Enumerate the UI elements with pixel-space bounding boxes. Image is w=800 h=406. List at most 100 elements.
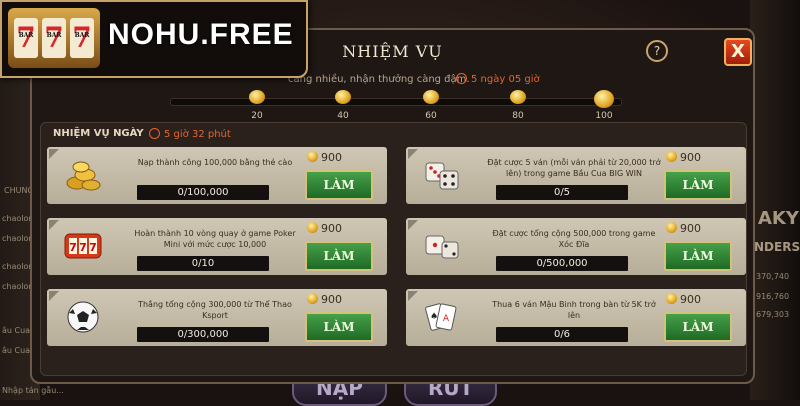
svg-text:7: 7 — [89, 241, 97, 254]
svg-text:♠: ♠ — [430, 312, 438, 322]
quest-description: Thắng tổng cộng 300,000 từ Thể Thao Kspo… — [138, 300, 292, 320]
quest-progress: 0/5 — [496, 185, 628, 200]
promo-banner-text: AKY — [758, 208, 799, 229]
card-corner-icon — [49, 291, 59, 301]
quest-card: Đặt cược tổng cộng 500,000 trong game Xó… — [406, 218, 746, 275]
chat-input[interactable]: Nhập tán gẫu... — [2, 386, 82, 395]
jackpot-value: 370,740 — [756, 272, 790, 281]
do-quest-button[interactable]: LÀM — [664, 170, 732, 200]
card-corner-icon — [49, 149, 59, 159]
quest-reward: 900 — [307, 151, 342, 164]
quest-progress: 0/100,000 — [137, 185, 269, 200]
coin-pile-reward-icon — [594, 90, 614, 108]
quest-reward: 900 — [666, 293, 701, 306]
milestone-60[interactable]: 60 — [416, 90, 446, 121]
slot-777-icon: 7 7 7 — [64, 233, 102, 259]
milestone-20[interactable]: 20 — [242, 90, 272, 121]
reel-bar-label: BAR — [46, 32, 62, 39]
milestone-progress-bar — [170, 98, 622, 106]
daily-missions-section: NHIỆM VỤ NGÀY 5 giờ 32 phút Nạp thành cô… — [40, 122, 747, 376]
slot-machine-icon: BAR 7 BAR 7 BAR 7 — [8, 8, 100, 68]
reel-bar-label: BAR — [18, 32, 34, 39]
quest-description: Đặt cược tổng cộng 500,000 trong game Xó… — [492, 229, 656, 249]
dice-icon — [425, 162, 459, 190]
do-quest-button[interactable]: LÀM — [664, 312, 732, 342]
coin-icon — [307, 222, 318, 233]
gold-coins-icon — [66, 161, 101, 191]
quest-progress: 0/500,000 — [496, 256, 628, 271]
promo-banner-text: NDERS — [754, 240, 800, 254]
svg-text:A: A — [443, 314, 450, 324]
daily-timer-text: 5 giờ 32 phút — [164, 129, 231, 140]
section-title: NHIỆM VỤ NGÀY — [53, 128, 144, 139]
quest-card: A ♠ Thua 6 ván Mậu Binh trong bàn từ 5K … — [406, 289, 746, 346]
quest-description: Đặt cược 5 ván (mỗi ván phải từ 20,000 t… — [487, 158, 661, 178]
slot-reel: BAR 7 — [14, 18, 38, 58]
chat-line: âu Cua — [2, 346, 31, 355]
card-corner-icon — [408, 149, 418, 159]
milestone-label: 60 — [425, 111, 437, 121]
help-button[interactable]: ? — [646, 40, 668, 62]
quest-progress: 0/300,000 — [137, 327, 269, 342]
quest-description: Hoàn thành 10 vòng quay ở game Poker Min… — [134, 229, 296, 249]
reward-amount: 900 — [680, 151, 701, 164]
quest-description: Nạp thành công 100,000 bằng thẻ cào — [137, 158, 293, 167]
missions-dialog: NHIỆM VỤ ? X càng nhiều, nhận thưởng càn… — [30, 28, 755, 384]
coin-icon — [666, 293, 677, 304]
milestone-label: 20 — [251, 111, 263, 121]
reward-amount: 900 — [321, 293, 342, 306]
do-quest-button[interactable]: LÀM — [305, 241, 373, 271]
coin-reward-icon — [249, 90, 265, 104]
quest-card: Thắng tổng cộng 300,000 từ Thể Thao Kspo… — [47, 289, 387, 346]
close-button[interactable]: X — [724, 38, 752, 66]
reward-amount: 900 — [680, 222, 701, 235]
reel-bar-label: BAR — [74, 32, 90, 39]
coin-reward-icon — [510, 90, 526, 104]
coin-reward-icon — [335, 90, 351, 104]
coin-icon — [666, 222, 677, 233]
coin-icon — [307, 151, 318, 162]
quest-card: Nạp thành công 100,000 bằng thẻ cào 0/10… — [47, 147, 387, 204]
chat-line: chaolon — [2, 214, 34, 223]
milestone-80[interactable]: 80 — [503, 90, 533, 121]
card-corner-icon — [408, 220, 418, 230]
quest-description: Thua 6 ván Mậu Binh trong bàn từ 5K trở … — [492, 300, 656, 320]
coin-reward-icon — [423, 90, 439, 104]
weekly-timer: 5 ngày 05 giờ — [456, 73, 540, 85]
chat-line: chaolon — [2, 262, 34, 271]
card-corner-icon — [49, 220, 59, 230]
milestone-100[interactable]: 100 — [589, 90, 619, 121]
card-corner-icon — [408, 291, 418, 301]
playing-cards-icon: A ♠ — [425, 303, 457, 331]
quest-card: Đặt cược 5 ván (mỗi ván phải từ 20,000 t… — [406, 147, 746, 204]
dialog-subtitle: càng nhiều, nhận thưởng càng đậm. — [288, 74, 470, 85]
chat-line: âu Cua — [2, 326, 31, 335]
reward-amount: 900 — [680, 293, 701, 306]
slot-reel: BAR 7 — [42, 18, 66, 58]
quest-card: 7 7 7 Hoàn thành 10 vòng quay ở game Pok… — [47, 218, 387, 275]
reward-amount: 900 — [321, 151, 342, 164]
chat-line: chaolon — [2, 282, 34, 291]
do-quest-button[interactable]: LÀM — [664, 241, 732, 271]
jackpot-value: 916,760 — [756, 292, 790, 301]
do-quest-button[interactable]: LÀM — [305, 312, 373, 342]
milestone-label: 80 — [512, 111, 524, 121]
clock-icon — [456, 73, 467, 84]
milestone-label: 100 — [595, 111, 613, 121]
weekly-timer-text: 5 ngày 05 giờ — [471, 74, 540, 85]
quest-progress: 0/10 — [137, 256, 269, 271]
coin-icon — [666, 151, 677, 162]
site-logo[interactable]: BAR 7 BAR 7 BAR 7 NOHU.FREE — [0, 0, 308, 78]
coin-icon — [307, 293, 318, 304]
do-quest-button[interactable]: LÀM — [305, 170, 373, 200]
soccer-ball-icon — [67, 301, 99, 333]
chat-line: chaolon — [2, 234, 34, 243]
game-side-panel: AKY NDERS 370,740 916,760 679,303 — [750, 0, 800, 400]
milestone-40[interactable]: 40 — [328, 90, 358, 121]
daily-timer: 5 giờ 32 phút — [149, 128, 231, 140]
svg-text:7: 7 — [69, 241, 77, 254]
dice-icon — [425, 235, 459, 259]
slot-reel: BAR 7 — [70, 18, 94, 58]
milestone-label: 40 — [337, 111, 349, 121]
clock-icon — [149, 128, 160, 139]
